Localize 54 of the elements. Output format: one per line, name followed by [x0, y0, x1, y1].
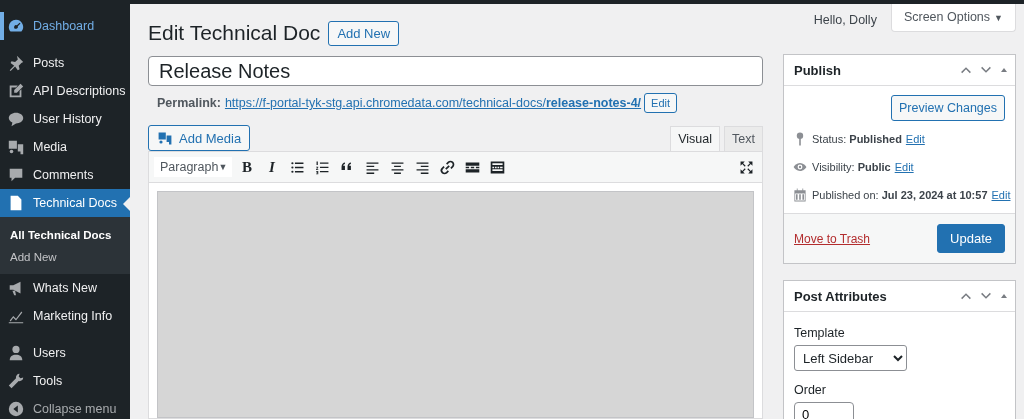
edit-link[interactable]: Edit — [905, 132, 925, 145]
media-icon — [157, 130, 173, 146]
page-title: Edit Technical Doc — [148, 21, 321, 45]
chat-bubble-icon — [7, 110, 25, 128]
bold-button[interactable]: B — [237, 156, 257, 178]
wrench-icon — [7, 372, 25, 390]
sidebar-item[interactable]: Tools — [0, 367, 130, 395]
edit-link[interactable]: Edit — [991, 188, 1011, 201]
sidebar-item[interactable]: Comments — [0, 161, 130, 189]
add-new-button[interactable]: Add New — [328, 20, 400, 46]
edit-icon — [7, 82, 25, 100]
title-field[interactable]: Release Notes — [148, 56, 763, 86]
sidebar-item[interactable]: User History — [0, 105, 130, 133]
edit-link[interactable]: Edit — [894, 160, 914, 173]
panel-title: Post Attributes — [794, 288, 888, 304]
user-icon — [7, 344, 25, 362]
permalink-label: Permalink: — [157, 96, 221, 110]
media-icon — [7, 138, 25, 156]
preview-changes-button[interactable]: Preview Changes — [891, 95, 1005, 121]
move-to-trash-link[interactable]: Move to Trash — [794, 231, 871, 246]
format-dropdown[interactable]: Paragraph▼ — [154, 157, 232, 177]
screen-options-button[interactable]: Screen Options ▼ — [890, 4, 1016, 32]
publish-info-text: Published on: Jul 23, 2024 at 10:57 — [812, 188, 988, 201]
pushpin-icon — [7, 54, 25, 72]
panel-title: Publish — [794, 62, 842, 78]
sidebar-item[interactable]: Users — [0, 339, 130, 367]
template-dropdown[interactable]: Left Sidebar — [794, 345, 907, 371]
submenu-item[interactable]: Add New — [0, 246, 130, 268]
editor-tab[interactable]: Visual — [670, 126, 721, 151]
update-button[interactable]: Update — [937, 224, 1005, 253]
gauge-icon — [7, 17, 25, 35]
submenu-item[interactable]: All Technical Docs — [0, 224, 130, 246]
sidebar-item[interactable]: Marketing Info — [0, 302, 130, 330]
sidebar-item[interactable]: Technical Docs — [0, 189, 130, 217]
edit-permalink-button[interactable]: Edit — [644, 93, 678, 113]
sidebar-item[interactable]: API Descriptions — [0, 77, 130, 105]
greeting-text: Hello, Dolly — [813, 13, 877, 27]
publish-info-text: Status: Published — [812, 132, 902, 145]
sidebar-item[interactable]: Dashboard — [0, 12, 130, 40]
calendar-icon — [792, 186, 808, 203]
add-media-button[interactable]: Add Media — [148, 125, 251, 151]
italic-button[interactable]: I — [262, 156, 282, 178]
sidebar-item[interactable]: Whats New — [0, 274, 130, 302]
caret-icon: ▼ — [218, 162, 228, 172]
editor-tab[interactable]: Text — [724, 126, 763, 151]
order-field[interactable]: 0 — [794, 402, 854, 419]
template-label: Template — [794, 326, 846, 340]
publish-info-text: Visibility: Public — [812, 160, 891, 173]
permalink-link[interactable]: https://f-portal-tyk-stg.api.chromedata.com/technical-docs/release-notes-4/ — [224, 96, 642, 110]
sidebar-item[interactable]: Collapse menu — [0, 395, 130, 419]
link-icon[interactable] — [438, 158, 456, 176]
sidebar-item[interactable]: Posts — [0, 49, 130, 77]
sidebar-item[interactable]: Media — [0, 133, 130, 161]
order-label: Order — [794, 383, 827, 397]
